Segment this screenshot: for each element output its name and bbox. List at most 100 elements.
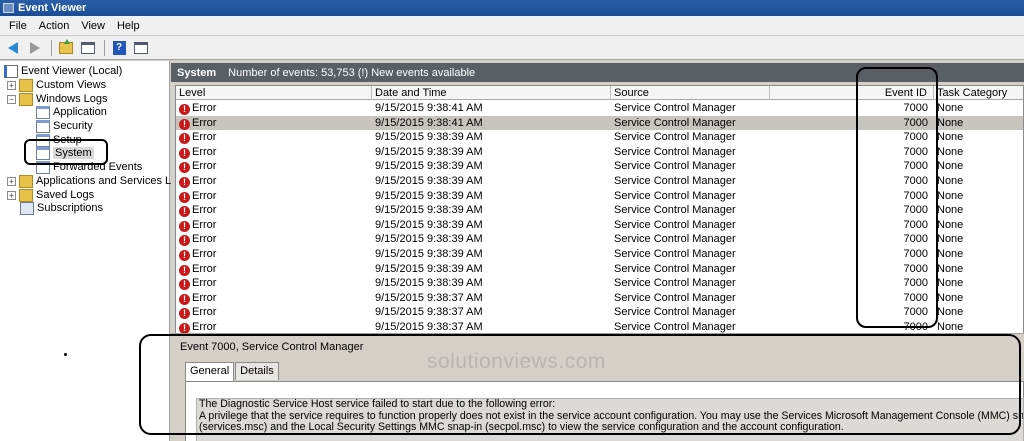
cell-source: Service Control Manager [614,306,736,319]
folder-icon [19,92,33,106]
level-text: Error [192,204,217,217]
menu-file[interactable]: File [3,20,33,32]
cell-source: Service Control Manager [614,175,736,187]
cell-date-time: 9/15/2015 9:38:39 AM [375,277,483,290]
folder-icon [19,188,33,202]
cell-source: Service Control Manager [614,102,736,114]
help-button[interactable]: ? [109,39,129,57]
tree-item-windows-logs[interactable]: − Windows Logs [7,92,108,106]
menu-bar: File Action View Help [0,16,1024,36]
forward-button[interactable] [25,39,45,57]
tree-item-label: Saved Logs [36,189,95,201]
error-icon: ! [179,191,190,203]
error-icon: ! [179,177,190,188]
tree-item-app-services-logs[interactable]: + Applications and Services Logs [7,174,189,188]
cell-level: !Error [176,262,372,277]
cell-level: !Error [176,174,372,189]
expand-icon[interactable]: + [7,80,16,90]
column-header-level[interactable]: Level [176,86,372,100]
level-text: Error [192,321,217,333]
cell-task-category: None [937,204,964,217]
level-text: Error [192,145,217,158]
level-text: Error [192,248,217,260]
back-arrow-icon [8,41,18,54]
column-header-date-time[interactable]: Date and Time [372,86,611,100]
window-title: Event Viewer [18,2,87,14]
column-header-spacer [770,86,858,100]
tree-item-label: Windows Logs [36,93,108,105]
cell-task-category: None [937,262,964,275]
expand-icon[interactable]: + [7,190,16,200]
cell-source: Service Control Manager [614,262,736,275]
cell-level: !Error [176,291,372,306]
cell-level: !Error [176,276,372,291]
cell-source: Service Control Manager [614,218,736,231]
cell-task-category: None [937,291,964,304]
cell-level: !Error [176,247,372,262]
tree-item-root[interactable]: Event Viewer (Local) [4,64,122,78]
error-icon: ! [179,104,190,115]
menu-help[interactable]: Help [111,20,146,32]
cell-date-time: 9/15/2015 9:38:41 AM [375,102,483,114]
cell-source: Service Control Manager [614,291,736,304]
level-text: Error [192,291,217,304]
cell-level: !Error [176,145,372,160]
level-text: Error [192,262,217,275]
level-text: Error [192,160,217,173]
column-header-source[interactable]: Source [611,86,770,100]
action-pane-button[interactable] [131,39,151,57]
cell-task-category: None [937,306,964,319]
column-header-task-category[interactable]: Task Category [934,86,1023,100]
level-text: Error [192,277,217,290]
tree-item-label: Applications and Services Logs [36,175,189,187]
cell-date-time: 9/15/2015 9:38:37 AM [375,291,483,304]
toolbar-separator [51,39,52,56]
tree-item-application[interactable]: Application [36,105,107,119]
annotation-circle-event-id [856,67,938,328]
cell-date-time: 9/15/2015 9:38:39 AM [375,175,483,187]
error-icon: ! [179,162,190,174]
log-icon [36,105,50,119]
folder-icon [19,174,33,188]
cell-date-time: 9/15/2015 9:38:39 AM [375,160,483,173]
error-icon: ! [179,147,190,159]
cell-date-time: 9/15/2015 9:38:39 AM [375,131,483,144]
level-text: Error [192,131,217,144]
collapse-icon[interactable]: − [7,94,16,104]
tree-item-subscriptions[interactable]: Subscriptions [20,201,103,215]
tree-item-security[interactable]: Security [36,119,93,133]
cell-date-time: 9/15/2015 9:38:37 AM [375,306,483,319]
column-header-source-label: Source [614,87,649,99]
level-text: Error [192,102,217,114]
back-button[interactable] [3,39,23,57]
level-text: Error [192,218,217,231]
cell-date-time: 9/15/2015 9:38:39 AM [375,145,483,158]
menu-action[interactable]: Action [33,20,76,32]
tree-item-label: Custom Views [36,79,107,91]
log-icon [36,119,50,133]
cell-task-category: None [937,145,964,158]
cell-source: Service Control Manager [614,145,736,158]
tree-item-label: Application [53,106,107,118]
up-button[interactable] [56,38,76,57]
tree-item-custom-views[interactable]: + Custom Views [7,78,106,92]
toolbar-separator [104,39,105,56]
log-title: System [177,66,217,79]
cell-date-time: 9/15/2015 9:38:39 AM [375,204,483,217]
stray-dot [64,353,67,356]
cell-date-time: 9/15/2015 9:38:39 AM [375,189,483,202]
cell-task-category: None [937,131,964,144]
cell-date-time: 9/15/2015 9:38:41 AM [375,116,483,129]
show-hide-tree-button[interactable] [78,39,98,57]
menu-view[interactable]: View [75,20,111,32]
error-icon: ! [179,279,190,291]
expand-icon[interactable]: + [7,176,16,186]
tree-item-label: Subscriptions [37,202,104,214]
error-icon: ! [179,250,190,261]
cell-date-time: 9/15/2015 9:38:39 AM [375,233,483,246]
cell-task-category: None [937,218,964,231]
cell-source: Service Control Manager [614,189,736,202]
tree-item-saved-logs[interactable]: + Saved Logs [7,188,94,202]
action-pane-icon [134,41,148,54]
toolbar: ? [0,36,1024,60]
